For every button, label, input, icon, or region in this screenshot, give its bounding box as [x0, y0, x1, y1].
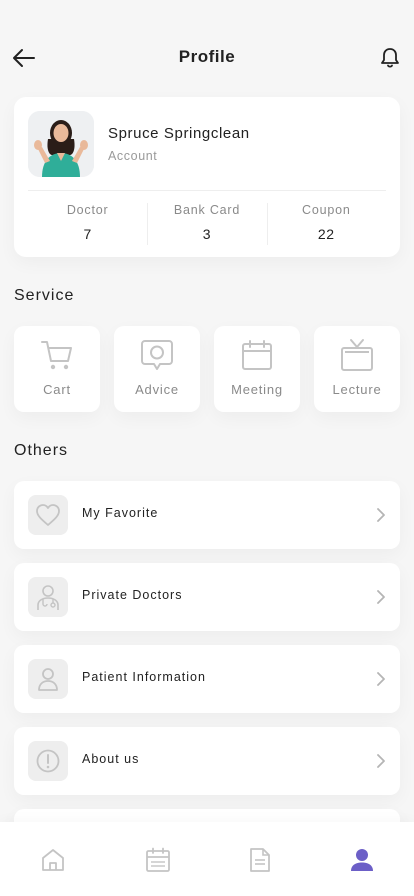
service-meeting[interactable]: Meeting — [214, 326, 300, 412]
cart-icon — [41, 341, 72, 370]
list-item-my-favorite[interactable]: My Favorite — [14, 481, 400, 549]
avatar[interactable] — [28, 111, 94, 177]
document-icon — [250, 848, 270, 872]
profile-card[interactable]: Spruce Springclean Account Doctor 7 Bank… — [14, 97, 400, 257]
service-cart[interactable]: Cart — [14, 326, 100, 412]
list-item-label: Private Doctors — [82, 588, 183, 602]
stat-doctor[interactable]: Doctor 7 — [28, 201, 147, 247]
chevron-right-icon — [377, 754, 385, 768]
service-section-title: Service — [14, 287, 75, 304]
user-name: Spruce Springclean — [108, 125, 250, 142]
nav-calendar[interactable] — [144, 846, 172, 874]
calendar-icon — [242, 340, 272, 370]
info-icon — [36, 749, 60, 773]
stat-label: Coupon — [302, 203, 351, 217]
card-divider — [28, 190, 386, 191]
calendar-icon — [146, 847, 170, 872]
list-item-private-doctors[interactable]: Private Doctors — [14, 563, 400, 631]
chat-bubble-icon — [141, 340, 173, 370]
tv-icon — [341, 339, 373, 371]
profile-icon — [351, 849, 373, 871]
stat-label: Doctor — [66, 203, 109, 217]
heart-icon — [36, 504, 60, 526]
service-label: Meeting — [231, 382, 283, 397]
stat-label: Bank Card — [173, 203, 241, 217]
service-lecture[interactable]: Lecture — [314, 326, 400, 412]
stat-value: 7 — [83, 226, 92, 242]
chevron-right-icon — [377, 508, 385, 522]
profile-stats: Doctor 7 Bank Card 3 Coupon 22 — [28, 201, 386, 247]
stat-value: 3 — [202, 226, 212, 242]
list-item-label: My Favorite — [82, 506, 159, 520]
stat-value: 22 — [317, 226, 335, 242]
home-icon — [42, 849, 64, 871]
nav-documents[interactable] — [246, 846, 274, 874]
bell-icon — [381, 48, 399, 68]
stat-bank-card[interactable]: Bank Card 3 — [147, 201, 266, 247]
list-item-about-us[interactable]: About us — [14, 727, 400, 795]
list-item-label: About us — [82, 752, 140, 766]
avatar-photo — [28, 111, 94, 177]
page-title: Profile — [178, 47, 236, 66]
stat-coupon[interactable]: Coupon 22 — [266, 201, 386, 247]
person-icon — [38, 668, 58, 691]
chevron-right-icon — [377, 590, 385, 604]
service-label: Advice — [135, 382, 179, 397]
user-subtitle: Account — [108, 149, 158, 163]
others-section-title: Others — [14, 442, 69, 459]
chevron-right-icon — [377, 672, 385, 686]
service-grid: Cart Advice Meeting Lecture — [14, 326, 400, 412]
service-label: Lecture — [332, 382, 382, 397]
nav-home[interactable] — [39, 846, 67, 874]
service-label: Cart — [43, 382, 71, 397]
profile-screen: Profile Spruce Springclean Account Docto… — [0, 0, 414, 896]
service-advice[interactable]: Advice — [114, 326, 200, 412]
doctor-icon — [37, 585, 59, 610]
list-item-patient-information[interactable]: Patient Information — [14, 645, 400, 713]
notification-button[interactable] — [376, 44, 404, 72]
bottom-nav — [0, 822, 414, 896]
list-item-label: Patient Information — [82, 670, 206, 684]
header: Profile — [0, 36, 414, 80]
nav-profile[interactable] — [348, 846, 376, 874]
